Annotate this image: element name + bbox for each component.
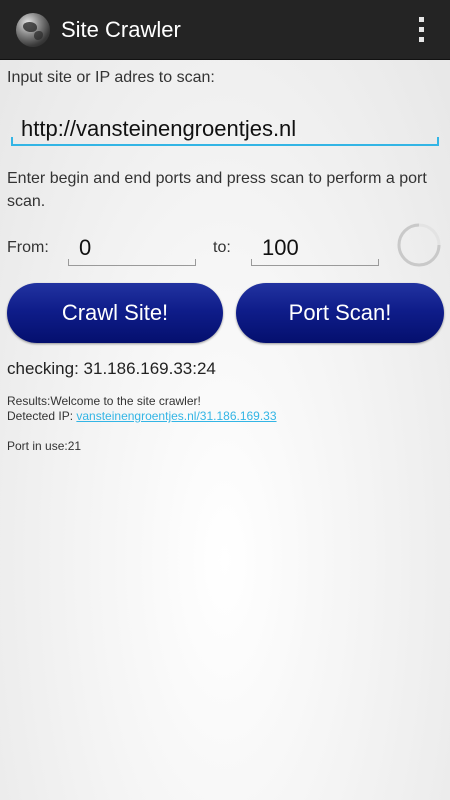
to-port-field[interactable]: 100 <box>251 226 379 266</box>
to-port-label: to: <box>213 239 231 256</box>
crawl-site-button[interactable]: Crawl Site! <box>7 283 223 343</box>
site-input-field[interactable]: http://vansteinengroentjes.nl <box>11 104 439 146</box>
port-scan-button[interactable]: Port Scan! <box>236 283 444 343</box>
to-port-value: 100 <box>262 235 299 260</box>
from-port-value: 0 <box>79 235 92 260</box>
detected-ip-link[interactable]: vansteinengroentjes.nl/31.186.169.33 <box>76 409 276 423</box>
from-port-label: From: <box>7 239 49 256</box>
checking-status: checking: 31.186.169.33:24 <box>7 359 216 378</box>
action-bar: Site Crawler <box>0 0 450 60</box>
results-text: Results:Welcome to the site crawler! <box>7 394 201 408</box>
globe-icon <box>16 13 50 47</box>
app-title: Site Crawler <box>61 17 181 42</box>
from-port-field[interactable]: 0 <box>68 226 196 266</box>
overflow-menu-icon[interactable] <box>418 17 426 45</box>
site-input-label: Input site or IP adres to scan: <box>7 69 215 86</box>
port-in-use: Port in use:21 <box>7 439 82 453</box>
detected-ip: Detected IP: vansteinengroentjes.nl/31.1… <box>7 409 277 423</box>
loading-spinner-icon <box>397 223 441 267</box>
site-input-value: http://vansteinengroentjes.nl <box>21 116 297 141</box>
port-scan-instructions: Enter begin and end ports and press scan… <box>7 170 427 210</box>
detected-ip-label: Detected IP: <box>7 409 77 423</box>
